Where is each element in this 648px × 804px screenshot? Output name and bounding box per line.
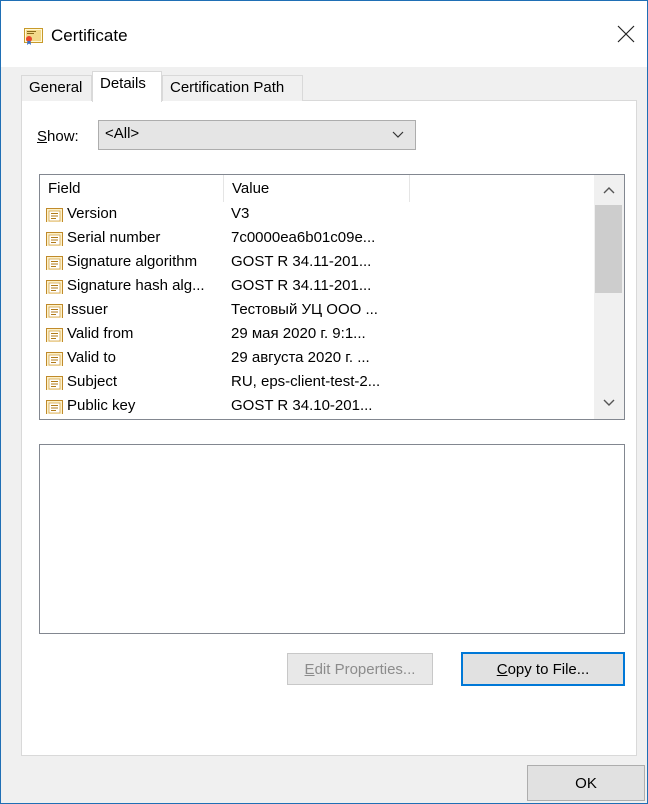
- field-document-icon: [46, 232, 63, 246]
- list-item-value: 29 августа 2020 г. ...: [231, 349, 370, 366]
- show-selected-value: <All>: [105, 125, 140, 142]
- list-item-field-label: Subject: [67, 373, 118, 390]
- list-header: Field Value: [40, 175, 596, 202]
- list-item-field-label: Valid from: [67, 325, 134, 342]
- list-item-field: Version: [46, 205, 226, 222]
- close-icon: [617, 25, 635, 43]
- show-label-accel: S: [37, 128, 48, 145]
- field-document-icon: [46, 304, 63, 318]
- column-header-field[interactable]: Field: [40, 175, 224, 202]
- show-label: Show:: [37, 128, 79, 145]
- list-rows: Version V3 Serial number 7c0000ea6b01c09e..…: [40, 204, 596, 419]
- list-item-value: Тестовый УЦ ООО ...: [231, 301, 378, 318]
- column-header-value[interactable]: Value: [224, 175, 410, 202]
- list-item[interactable]: Signature algorithm GOST R 34.11-201...: [40, 252, 596, 276]
- scrollbar-thumb[interactable]: [595, 205, 622, 293]
- scroll-up-arrow-icon[interactable]: [602, 184, 616, 196]
- scroll-down-arrow-icon[interactable]: [602, 397, 616, 409]
- edit-rest: dit Properties...: [314, 660, 416, 678]
- tab-general[interactable]: General: [21, 75, 92, 101]
- list-item-field: Valid from: [46, 325, 226, 342]
- ok-button[interactable]: OK: [527, 765, 645, 801]
- list-item-value: GOST R 34.11-201...: [231, 253, 372, 270]
- list-item-field-label: Valid to: [67, 349, 116, 366]
- list-item-value: GOST R 34.11-201...: [231, 277, 372, 294]
- close-button[interactable]: [605, 13, 647, 55]
- list-item-value: GOST R 34.10-201...: [231, 397, 373, 414]
- list-item-field-label: Signature algorithm: [67, 253, 198, 270]
- list-item-value: 7c0000ea6b01c09e...: [231, 229, 376, 246]
- list-item-field-label: Version: [67, 205, 118, 222]
- list-item-field: Signature algorithm: [46, 253, 226, 270]
- title-bar: Certificate: [1, 1, 647, 67]
- copy-rest: opy to File...: [507, 660, 590, 678]
- list-item[interactable]: Signature hash alg... GOST R 34.11-201...: [40, 276, 596, 300]
- list-item[interactable]: Issuer Тестовый УЦ ООО ...: [40, 300, 596, 324]
- list-item-field-label: Issuer: [67, 301, 108, 318]
- chevron-down-icon: [392, 131, 404, 138]
- field-document-icon: [46, 328, 63, 342]
- list-item[interactable]: Public key GOST R 34.10-201...: [40, 396, 596, 419]
- field-document-icon: [46, 280, 63, 294]
- field-document-icon: [46, 400, 63, 414]
- edit-accel: E: [304, 660, 315, 678]
- vertical-scrollbar[interactable]: [594, 175, 624, 419]
- field-document-icon: [46, 376, 63, 390]
- list-item[interactable]: Valid from 29 мая 2020 г. 9:1...: [40, 324, 596, 348]
- show-label-rest: how:: [47, 128, 79, 145]
- list-item-field-label: Serial number: [67, 229, 161, 246]
- list-item-value: 29 мая 2020 г. 9:1...: [231, 325, 366, 342]
- list-item[interactable]: Version V3: [40, 204, 596, 228]
- list-item[interactable]: Serial number 7c0000ea6b01c09e...: [40, 228, 596, 252]
- field-detail-textbox[interactable]: [39, 444, 625, 634]
- list-item-value: V3: [231, 205, 250, 222]
- certificate-icon: [24, 28, 43, 45]
- list-item-value: RU, eps-client-test-2...: [231, 373, 381, 390]
- field-document-icon: [46, 256, 63, 270]
- copy-to-file-button[interactable]: Copy to File...: [461, 652, 625, 686]
- list-item-field-label: Signature hash alg...: [67, 277, 205, 294]
- list-item-field: Subject: [46, 373, 226, 390]
- edit-properties-button[interactable]: Edit Properties...: [287, 653, 433, 685]
- field-document-icon: [46, 208, 63, 222]
- certificate-dialog: Certificate General Details Certificatio…: [0, 0, 648, 804]
- tab-details[interactable]: Details: [92, 71, 162, 102]
- list-item-field: Valid to: [46, 349, 226, 366]
- list-item-field: Signature hash alg...: [46, 277, 226, 294]
- list-item-field: Serial number: [46, 229, 226, 246]
- list-item-field: Issuer: [46, 301, 226, 318]
- copy-accel: C: [496, 660, 508, 678]
- tab-certification-path[interactable]: Certification Path: [162, 75, 303, 101]
- list-item[interactable]: Subject RU, eps-client-test-2...: [40, 372, 596, 396]
- field-list[interactable]: Field Value Version V3 Serial number 7c0000…: [39, 174, 625, 420]
- show-dropdown[interactable]: <All>: [98, 120, 416, 150]
- field-document-icon: [46, 352, 63, 366]
- list-item-field-label: Public key: [67, 397, 136, 414]
- window-title: Certificate: [51, 26, 128, 45]
- list-item-field: Public key: [46, 397, 226, 414]
- list-item[interactable]: Valid to 29 августа 2020 г. ...: [40, 348, 596, 372]
